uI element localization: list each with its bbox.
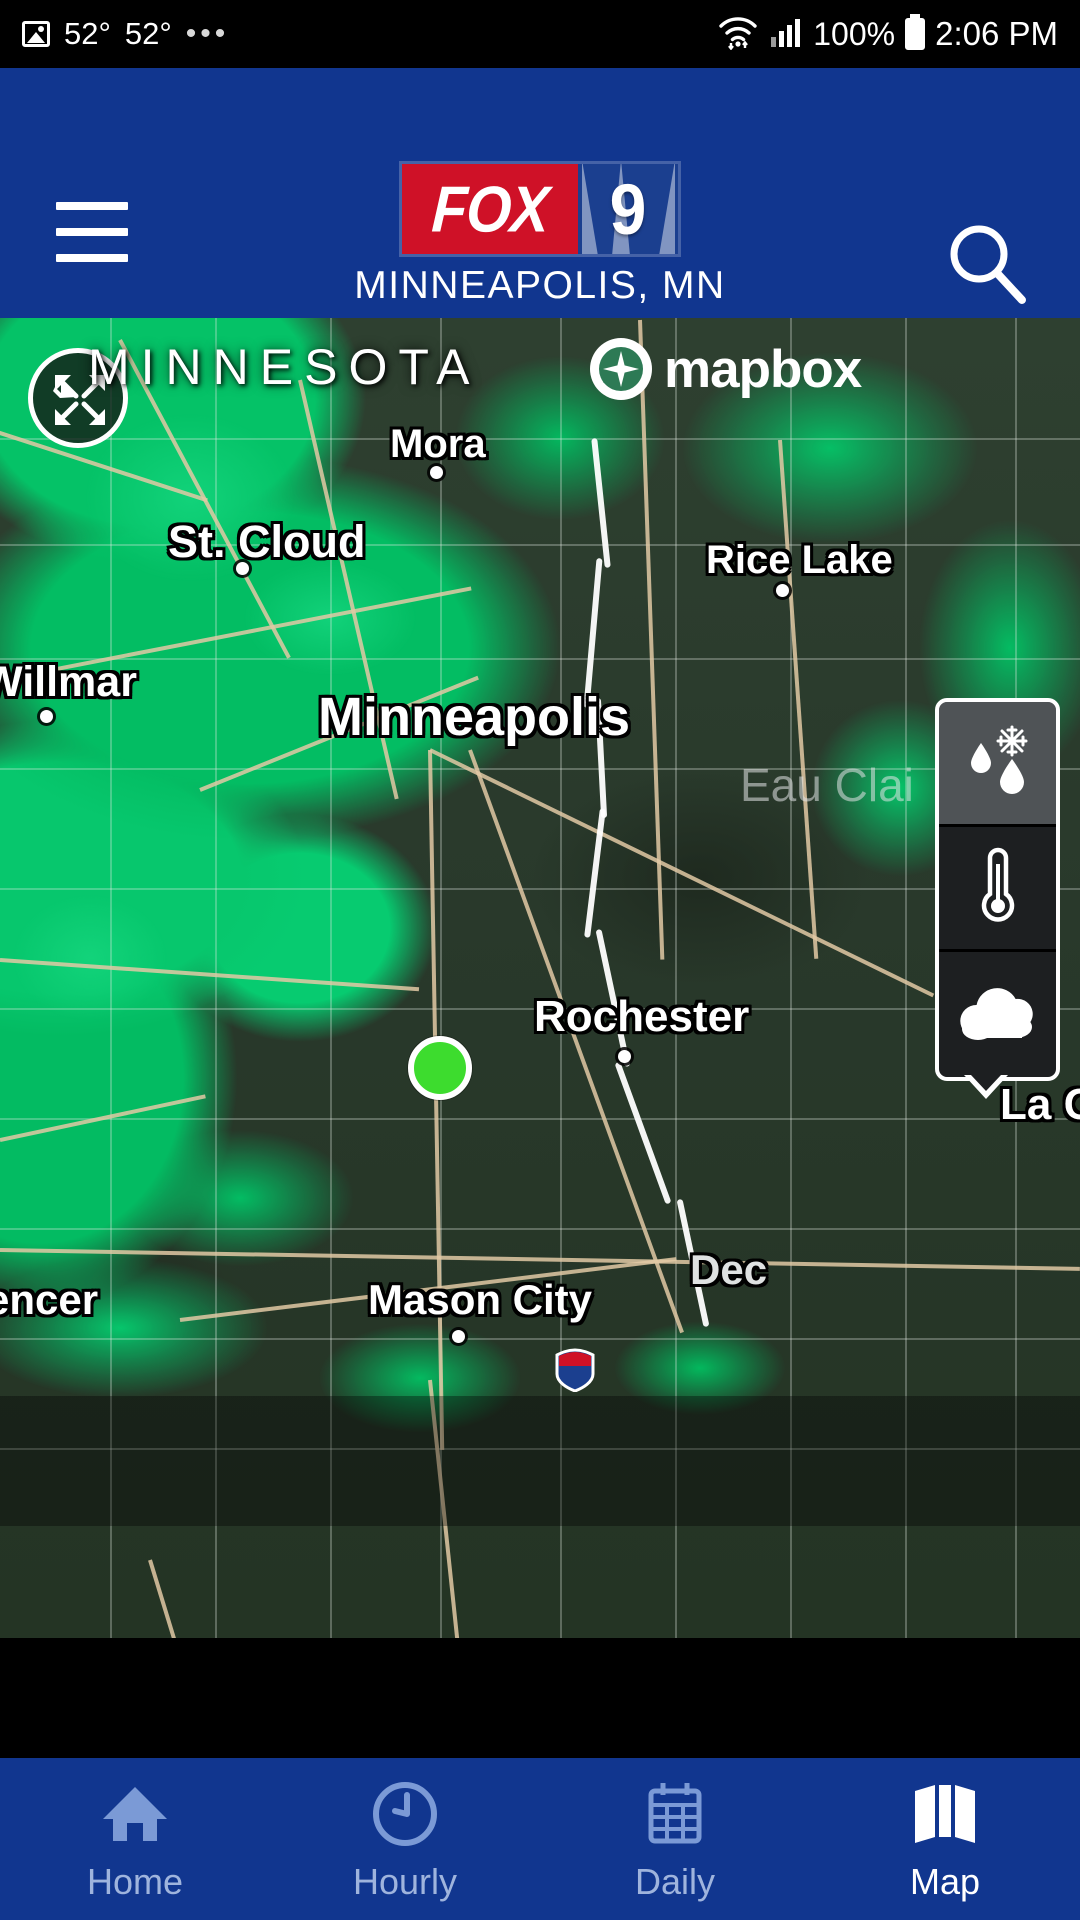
- status-temp-1: 52°: [64, 16, 111, 51]
- map-city-label-la-crosse: La C: [1000, 1080, 1080, 1129]
- calendar-icon: [639, 1781, 711, 1847]
- map-city-dot-mora: [430, 466, 443, 479]
- clock-time: 2:06 PM: [935, 15, 1058, 52]
- logo-ray-left: [582, 164, 598, 254]
- page-title: MINNEAPOLIS, MN: [354, 264, 726, 307]
- app-header: FOX 9 MINNEAPOLIS, MN: [0, 68, 1080, 318]
- nav-label-home: Home: [86, 1861, 184, 1902]
- map-interstate-shield-icon: [555, 1348, 595, 1393]
- rain-snow-mix-icon: [955, 717, 1041, 808]
- layer-button-clouds[interactable]: [939, 952, 1056, 1077]
- battery-percent: 100%: [813, 15, 896, 52]
- map-city-label-rochester: Rochester: [534, 992, 750, 1041]
- home-icon: [99, 1781, 171, 1847]
- screen-gap: [0, 1638, 1080, 1758]
- nav-item-daily[interactable]: Daily: [540, 1758, 810, 1920]
- map-dim-label-eau-claire: Eau Clai: [740, 759, 914, 811]
- map-city-dot-mason-city: [452, 1330, 465, 1343]
- map-fold-icon: [909, 1781, 981, 1847]
- cloud-icon: [954, 981, 1042, 1048]
- map-city-dot-rochester: [618, 1050, 631, 1063]
- map-city-label-st-cloud: St. Cloud: [168, 516, 366, 567]
- logo-fox-text: FOX: [429, 172, 551, 246]
- map-city-label-minneapolis: Minneapolis: [318, 687, 631, 747]
- logo-nine-block: 9: [578, 164, 678, 254]
- image-icon: [22, 21, 50, 47]
- layer-button-temperature[interactable]: [939, 827, 1056, 952]
- hamburger-menu-icon: [56, 202, 128, 262]
- map-state-label: MINNESOTA: [88, 339, 481, 395]
- nav-label-daily: Daily: [634, 1861, 715, 1902]
- map-layers-panel-pointer: [964, 1075, 1008, 1099]
- weather-radar-map[interactable]: mapbox MINNESOTA Eau Clai Dec Mora St. C…: [0, 318, 1080, 1638]
- status-bar-right: 100% 2:06 PM: [717, 14, 1080, 55]
- logo-nine-text: 9: [609, 169, 647, 249]
- clock-icon: [369, 1781, 441, 1847]
- bottom-navigation: Home Hourly Daily Map: [0, 1758, 1080, 1920]
- nav-label-map: Map: [909, 1861, 981, 1902]
- battery-full-icon: [905, 18, 926, 50]
- map-layers-panel[interactable]: [935, 698, 1060, 1081]
- map-city-label-mason-city: Mason City: [368, 1276, 593, 1323]
- logo-ray-right: [659, 164, 675, 254]
- map-city-dot-willmar: [40, 710, 53, 723]
- map-city-label-mora: Mora: [390, 422, 486, 466]
- nav-label-hourly: Hourly: [352, 1861, 458, 1902]
- nav-item-map[interactable]: Map: [810, 1758, 1080, 1920]
- wifi-icon: [717, 14, 759, 55]
- nav-item-hourly[interactable]: Hourly: [270, 1758, 540, 1920]
- map-city-label-willmar: Willmar: [0, 658, 137, 706]
- status-bar: 52° 52° ••• 100% 2:06 PM: [0, 0, 1080, 68]
- thermometer-icon: [968, 842, 1028, 933]
- map-city-dot-st-cloud: [236, 562, 249, 575]
- map-city-label-spencer: encer: [0, 1276, 99, 1323]
- app-screen: 52° 52° ••• 100% 2:06 PM FOX 9 MINNEAPOL…: [0, 0, 1080, 1920]
- map-dim-label-decorah: Dec: [690, 1246, 768, 1293]
- mapbox-star-icon: [590, 338, 652, 400]
- current-location-dot[interactable]: [408, 1036, 472, 1100]
- fox9-logo[interactable]: FOX 9: [402, 164, 678, 254]
- status-bar-left: 52° 52° •••: [0, 16, 229, 52]
- cellular-signal-icon: [769, 15, 803, 54]
- layer-button-precipitation[interactable]: [939, 702, 1056, 827]
- status-overflow-icon: •••: [185, 17, 230, 50]
- map-city-dot-rice-lake: [776, 584, 789, 597]
- mapbox-attribution[interactable]: mapbox: [590, 338, 862, 400]
- radar-timeline: PAST NOW: [0, 1526, 1080, 1638]
- map-city-label-rice-lake: Rice Lake: [706, 538, 893, 582]
- search-icon: [950, 225, 1026, 304]
- logo-fox-block: FOX: [402, 164, 578, 254]
- legend-strip: i: [0, 1396, 1080, 1526]
- mapbox-wordmark: mapbox: [664, 339, 862, 399]
- nav-item-home[interactable]: Home: [0, 1758, 270, 1920]
- search-button[interactable]: [940, 216, 1036, 312]
- status-temp-2: 52°: [124, 16, 172, 51]
